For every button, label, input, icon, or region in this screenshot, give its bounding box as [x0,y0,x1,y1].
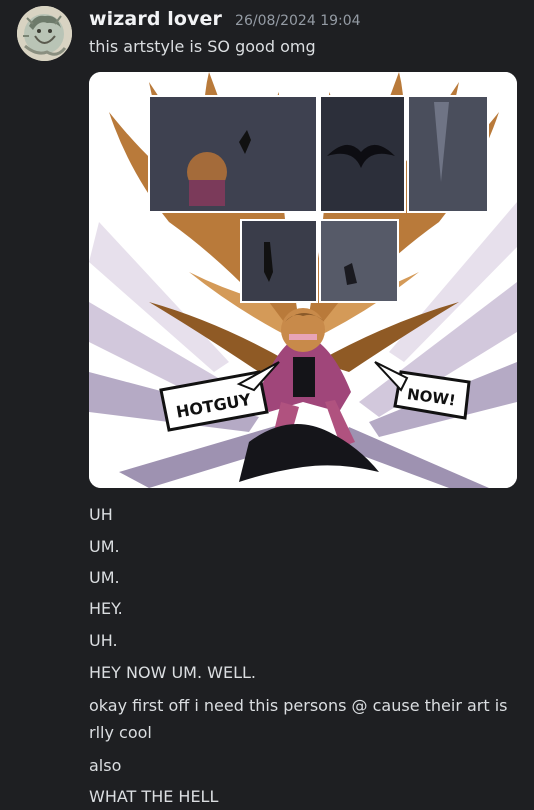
username[interactable]: wizard lover [89,8,222,30]
message-text: also [89,756,122,775]
avatar-illustration [17,6,72,61]
message-text: okay first off i need this persons @ cau… [89,696,508,742]
user-avatar[interactable] [17,6,72,61]
comic-illustration: HOTGUY NOW! [89,72,517,488]
message-text: WHAT THE HELL [89,787,219,806]
message-text: this artstyle is SO good omg [89,37,316,56]
message-text: UM. [89,537,120,556]
message-text: UH [89,505,113,524]
message-text: HEY. [89,599,123,618]
message-text: UH. [89,631,118,650]
message-header: wizard lover 26/08/2024 19:04 [89,8,361,30]
image-attachment[interactable]: HOTGUY NOW! [89,72,517,488]
message-text: HEY NOW UM. WELL. [89,663,256,682]
message-text: UM. [89,568,120,587]
timestamp: 26/08/2024 19:04 [235,13,361,29]
